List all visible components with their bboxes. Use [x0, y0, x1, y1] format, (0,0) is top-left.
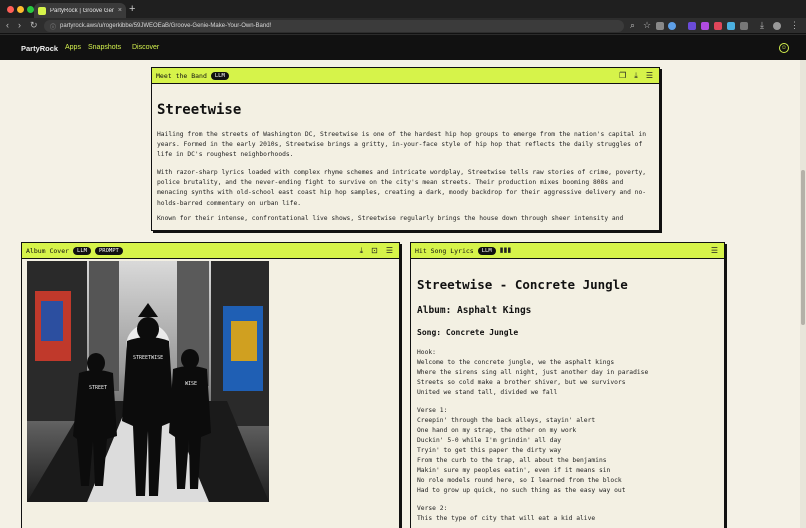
- verse1-label: Verse 1:: [417, 407, 448, 414]
- new-tab-button[interactable]: +: [129, 3, 135, 15]
- extension-icon[interactable]: [714, 22, 722, 30]
- widget-title: Hit Song Lyrics: [415, 246, 474, 255]
- profile-icon[interactable]: [773, 22, 781, 30]
- settings-icon[interactable]: ☰: [386, 246, 393, 256]
- lyric-line: One hand on my strap, the other on my wo…: [417, 427, 577, 434]
- widget-title: Meet the Band: [156, 71, 207, 80]
- band-heading: Streetwise: [157, 102, 242, 118]
- lyric-line: Creepin' through the back alleys, stayin…: [417, 417, 596, 424]
- lyric-line: From the curb to the trap, all about the…: [417, 457, 607, 464]
- address-bar: ‹ › ↻ ⓘ partyrock.aws/u/rogerkibbe/59JWE…: [0, 18, 806, 34]
- extension-icon[interactable]: [656, 22, 664, 30]
- minimize-window-button[interactable]: [17, 6, 24, 13]
- jacket-text: WISE: [185, 381, 197, 387]
- widget-header: Album Cover LLM PROMPT ⤓ ⊡ ☰: [22, 243, 399, 259]
- forward-icon[interactable]: ›: [18, 20, 21, 31]
- hit-song-lyrics-widget: Hit Song Lyrics LLM ▮▮▮ ☰ Streetwise - C…: [410, 242, 725, 528]
- verse2-label: Verse 2:: [417, 505, 448, 512]
- back-icon[interactable]: ‹: [6, 20, 9, 31]
- brand-logo[interactable]: PartyRock: [21, 44, 58, 53]
- user-avatar-icon[interactable]: ☺: [779, 43, 789, 53]
- prompt-badge: PROMPT: [94, 246, 123, 255]
- app-navbar: PartyRock Apps Snapshots Discover ☺: [0, 35, 806, 60]
- settings-icon[interactable]: ☰: [711, 246, 718, 256]
- band-paragraph: With razor-sharp lyrics loaded with comp…: [157, 169, 647, 207]
- browser-tabstrip: PartyRock | Groove Genie - I × +: [0, 0, 806, 18]
- settings-icon[interactable]: ☰: [646, 71, 653, 81]
- menu-icon[interactable]: ⋮: [790, 20, 799, 31]
- nav-discover[interactable]: Discover: [132, 44, 159, 51]
- band-paragraph: Hailing from the streets of Washington D…: [157, 131, 647, 159]
- download-icon[interactable]: ⤓: [360, 246, 364, 256]
- lyric-line: This the type of city that will eat a ki…: [417, 515, 596, 522]
- jacket-text: STREETWISE: [133, 355, 163, 361]
- album-cover-widget: Album Cover LLM PROMPT ⤓ ⊡ ☰ STREET STRE…: [21, 242, 400, 528]
- hook-label: Hook:: [417, 349, 436, 356]
- page-canvas: Meet the Band LLM ❐ ⤓ ☰ Streetwise Haili…: [0, 60, 806, 528]
- lyric-line: Makin' sure my peoples eatin', even if i…: [417, 467, 611, 474]
- lyric-line: Where the sirens sing all night, just an…: [417, 369, 649, 376]
- meet-the-band-widget: Meet the Band LLM ❐ ⤓ ☰ Streetwise Haili…: [151, 67, 660, 231]
- info-icon[interactable]: ⓘ: [50, 22, 56, 31]
- lyric-line: Welcome to the concrete jungle, we the a…: [417, 359, 615, 366]
- lyric-line: United we stand tall, divided we fall: [417, 389, 558, 396]
- jacket-text: STREET: [89, 385, 107, 391]
- band-paragraph: Known for their intense, confrontational…: [157, 215, 624, 222]
- lyric-line: Tryin' to get this paper the dirty way: [417, 447, 562, 454]
- close-tab-icon[interactable]: ×: [118, 7, 122, 14]
- nav-apps[interactable]: Apps: [65, 44, 81, 51]
- scrollbar-thumb[interactable]: [801, 170, 805, 325]
- widget-header: Meet the Band LLM ❐ ⤓ ☰: [152, 68, 659, 84]
- widget-title: Album Cover: [26, 246, 70, 255]
- lyric-line: Streets so cold make a brother shiver, b…: [417, 379, 626, 386]
- download-icon[interactable]: ⤓: [634, 71, 638, 81]
- url-field[interactable]: ⓘ partyrock.aws/u/rogerkibbe/59JWEOEaB/G…: [44, 20, 624, 32]
- reload-icon[interactable]: ↻: [30, 20, 38, 31]
- download-icon[interactable]: ⤓: [760, 20, 764, 31]
- llm-badge: LLM: [210, 71, 229, 80]
- extension-icon[interactable]: [701, 22, 709, 30]
- lyric-line: Duckin' 5-0 while I'm grindin' all day: [417, 437, 562, 444]
- save-icon[interactable]: ⊡: [371, 246, 378, 256]
- album-name: Album: Asphalt Kings: [417, 305, 532, 316]
- maximize-window-button[interactable]: [27, 6, 34, 13]
- copy-icon[interactable]: ❐: [619, 71, 626, 81]
- lyric-line: Had to grow up quick, no such thing as t…: [417, 487, 626, 494]
- extension-icon[interactable]: [727, 22, 735, 30]
- extension-icon[interactable]: [668, 22, 676, 30]
- tab-title: PartyRock | Groove Genie - I: [50, 7, 114, 14]
- album-cover-image: STREET STREETWISE WISE: [27, 261, 269, 502]
- audio-wave-icon[interactable]: ▮▮▮: [500, 246, 512, 256]
- star-icon[interactable]: ☆: [643, 20, 651, 31]
- llm-badge: LLM: [477, 246, 496, 255]
- nav-snapshots[interactable]: Snapshots: [88, 44, 121, 51]
- widget-header: Hit Song Lyrics LLM ▮▮▮ ☰: [411, 243, 724, 259]
- url-text: partyrock.aws/u/rogerkibbe/59JWEOEaB/Gro…: [60, 23, 272, 29]
- extension-icon[interactable]: [688, 22, 696, 30]
- album-cover-illustration: STREET STREETWISE WISE: [27, 261, 269, 502]
- zoom-icon[interactable]: ⌕: [630, 20, 635, 31]
- extension-icon[interactable]: [740, 22, 748, 30]
- browser-tab[interactable]: PartyRock | Groove Genie - I ×: [34, 3, 126, 18]
- llm-badge: LLM: [73, 246, 91, 255]
- close-window-button[interactable]: [7, 6, 14, 13]
- partyrock-favicon-icon: [38, 6, 46, 15]
- song-heading: Streetwise - Concrete Jungle: [417, 277, 628, 292]
- song-name: Song: Concrete Jungle: [417, 328, 519, 337]
- lyric-line: No role models round here, so I learned …: [417, 477, 622, 484]
